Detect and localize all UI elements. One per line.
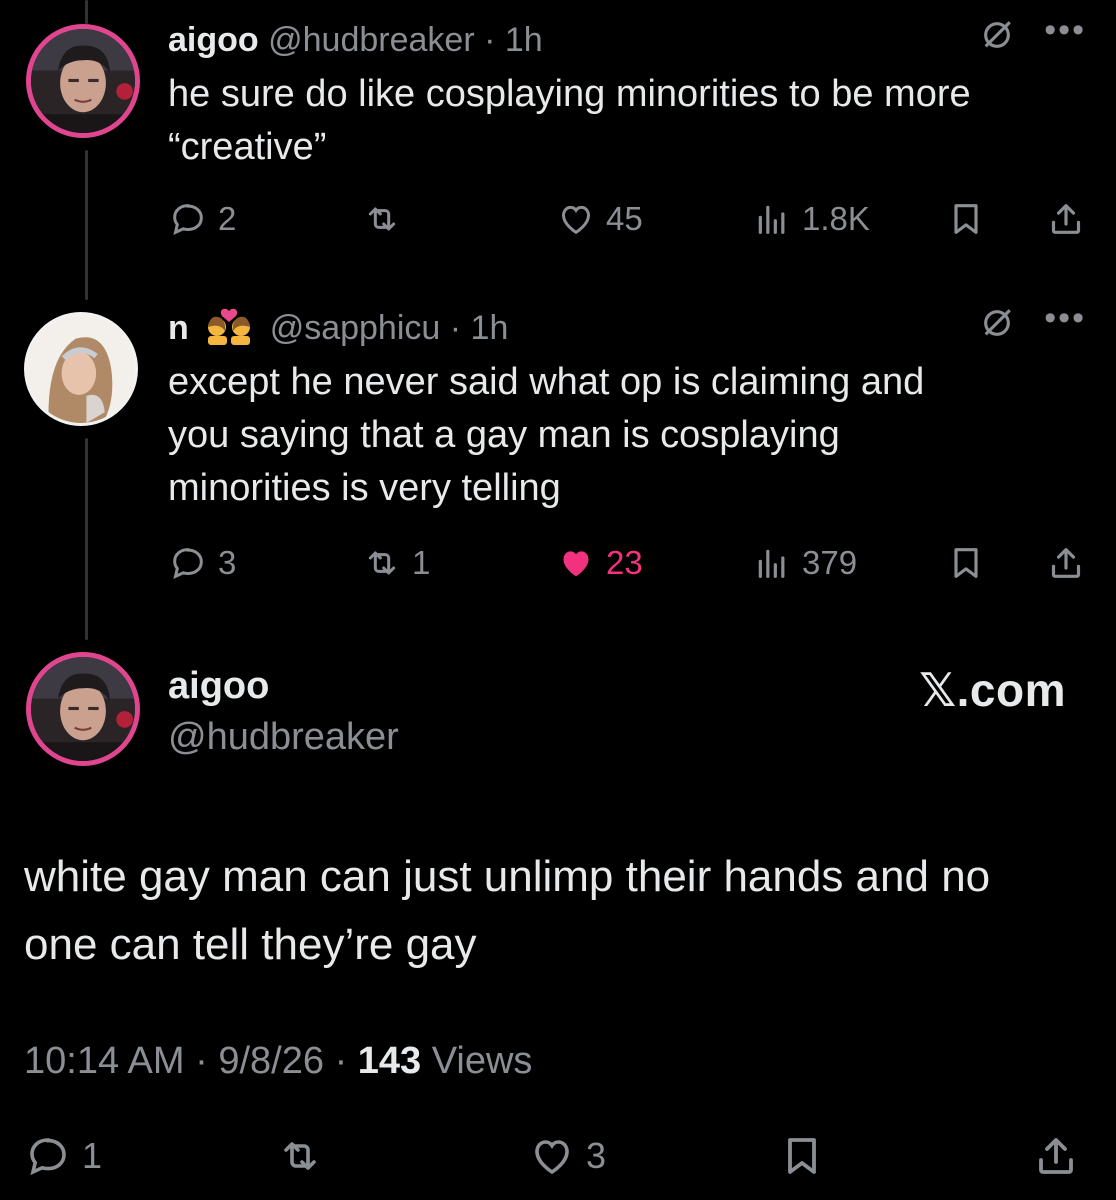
separator-dot: · [334, 1040, 348, 1082]
views-button[interactable]: 379 [752, 540, 857, 586]
repost-count: 1 [412, 544, 431, 581]
views-count[interactable]: 143 [358, 1040, 421, 1082]
bar-chart-icon [758, 549, 785, 578]
bookmark-icon [954, 204, 978, 234]
bookmark-button[interactable] [778, 1130, 826, 1182]
reply-count: 2 [218, 200, 237, 237]
avatar-image [27, 315, 135, 423]
reply-count: 3 [218, 544, 237, 581]
separator-dot: · [449, 309, 462, 347]
avatar-image [31, 29, 135, 133]
author-handle[interactable]: @hudbreaker [268, 21, 475, 59]
like-button-active[interactable]: 23 [556, 540, 643, 586]
main-post-text: white gay man can just unlimp their hand… [24, 843, 1084, 979]
slashed-circle-icon[interactable] [980, 306, 1014, 340]
heart-filled-icon [563, 551, 589, 577]
bar-chart-icon [758, 205, 785, 234]
thread-line-top [85, 0, 88, 24]
thread-line-2 [85, 438, 88, 640]
bookmark-button[interactable] [946, 196, 986, 242]
share-upload-icon [1039, 1138, 1073, 1174]
ellipsis-icon[interactable]: ••• [1044, 13, 1086, 47]
main-author-handle[interactable]: @hudbreaker [168, 716, 399, 759]
main-text-line: white gay man can just unlimp their hand… [24, 852, 991, 901]
post-text-line: you saying that a gay man is cosplaying [168, 414, 840, 456]
reply-post-1[interactable]: aigoo @hudbreaker · 1h ••• he sure do li… [168, 13, 1086, 174]
post-time[interactable]: 1h [505, 21, 543, 59]
slashed-circle-icon[interactable] [980, 18, 1014, 52]
author-name[interactable]: n [168, 309, 189, 347]
bookmark-button[interactable] [946, 540, 986, 586]
avatar-aigoo[interactable] [26, 24, 140, 138]
post-header: n @sapphicu · 1h ••• [168, 301, 1086, 350]
action-bar-1: 2 45 1.8K [168, 196, 1086, 242]
post-meta: 10:14 AM · 9/8/26 · 143 Views [24, 1040, 532, 1083]
ellipsis-icon[interactable]: ••• [1044, 301, 1086, 335]
repost-arrows-icon [368, 207, 396, 231]
author-handle[interactable]: @sapphicu [270, 309, 441, 347]
repost-arrows-icon [284, 1142, 316, 1170]
heart-icon [535, 1140, 569, 1175]
bookmark-icon [954, 548, 978, 578]
reply-button[interactable]: 1 [24, 1130, 102, 1182]
avatar-image [31, 657, 135, 761]
action-bar-2: 3 1 23 379 [168, 540, 1086, 586]
post-text-line: minorities is very telling [168, 467, 561, 509]
share-upload-icon [1051, 204, 1081, 234]
reply-button[interactable]: 2 [168, 196, 236, 242]
like-count: 23 [606, 544, 643, 581]
x-brand-logo: 𝕏.com [919, 664, 1066, 716]
post-text: except he never said what op is claiming… [168, 356, 1086, 515]
post-text-line: “creative” [168, 126, 327, 168]
share-button[interactable] [1046, 540, 1086, 586]
repost-button[interactable] [276, 1130, 324, 1182]
post-time[interactable]: 1h [471, 309, 509, 347]
repost-button[interactable] [362, 196, 412, 242]
repost-arrows-icon [368, 551, 396, 575]
separator-dot: · [484, 21, 496, 59]
speech-bubble-icon [173, 204, 203, 235]
author-name[interactable]: aigoo [168, 21, 259, 59]
reply-button[interactable]: 3 [168, 540, 236, 586]
views-count: 379 [802, 544, 858, 581]
post-text: he sure do like cosplaying minorities to… [168, 68, 1086, 174]
like-button[interactable]: 3 [528, 1130, 606, 1182]
like-count: 45 [606, 200, 643, 237]
repost-button[interactable]: 1 [362, 540, 430, 586]
avatar-aigoo-main[interactable] [26, 652, 140, 766]
post-date[interactable]: 9/8/26 [218, 1040, 324, 1082]
main-action-bar: 1 3 [0, 1130, 1116, 1182]
main-text-line: one can tell they’re gay [24, 920, 477, 969]
speech-bubble-icon [30, 1138, 66, 1176]
share-button[interactable] [1046, 196, 1086, 242]
like-count: 3 [586, 1135, 607, 1176]
avatar-n[interactable] [24, 312, 138, 426]
separator-dot: · [195, 1040, 208, 1082]
speech-bubble-icon [173, 548, 203, 579]
share-button[interactable] [1032, 1130, 1080, 1182]
heart-icon [561, 205, 591, 235]
bookmark-icon [788, 1138, 816, 1174]
thread-line-1 [85, 150, 88, 300]
main-author-name[interactable]: aigoo [168, 665, 269, 708]
views-button[interactable]: 1.8K [752, 196, 870, 242]
post-header: aigoo @hudbreaker · 1h ••• [168, 13, 1086, 62]
views-label: Views [431, 1040, 533, 1082]
couple-with-heart-emoji-icon [208, 308, 251, 345]
like-button[interactable]: 45 [556, 196, 643, 242]
reply-post-2[interactable]: n @sapphicu · 1h ••• except he never sai… [168, 301, 1086, 515]
post-text-line: except he never said what op is claiming… [168, 361, 925, 403]
views-count: 1.8K [802, 200, 870, 237]
post-text-line: he sure do like cosplaying minorities to… [168, 73, 971, 115]
share-upload-icon [1051, 548, 1081, 578]
reply-count: 1 [82, 1135, 103, 1176]
post-timestamp[interactable]: 10:14 AM [24, 1040, 185, 1082]
